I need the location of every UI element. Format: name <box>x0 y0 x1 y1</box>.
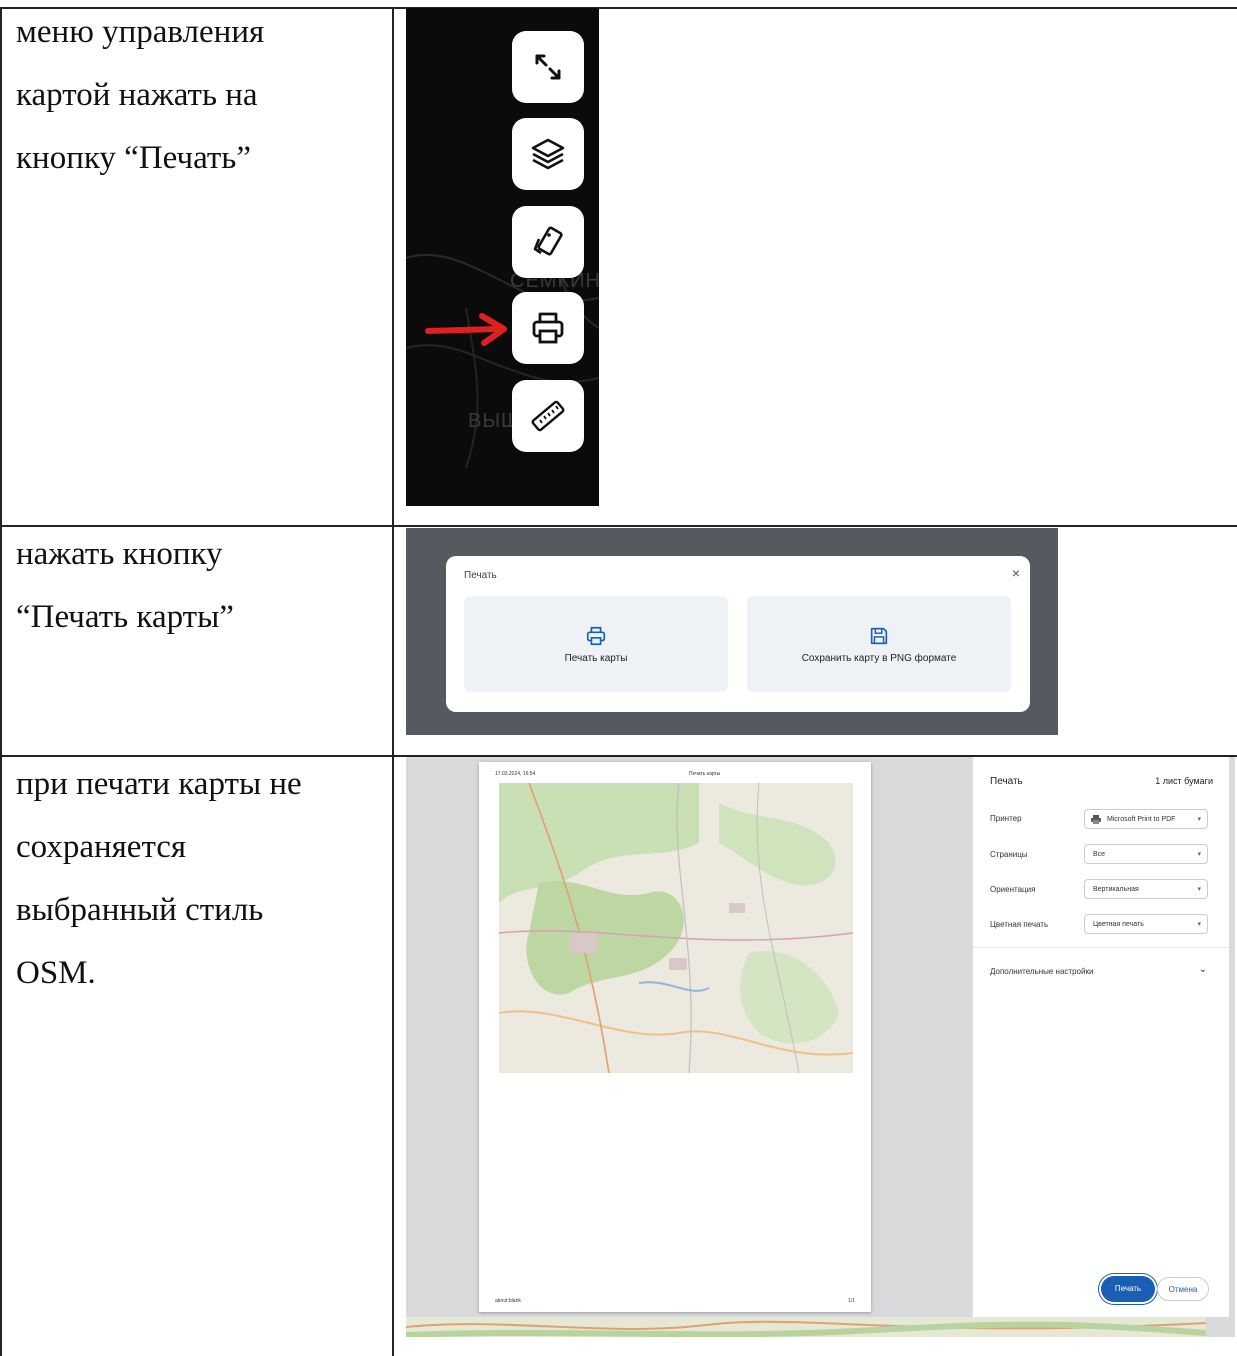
page-number: 1/1 <box>848 1298 855 1304</box>
save-png-label: Сохранить карту в PNG формате <box>801 652 957 664</box>
save-icon <box>870 627 888 644</box>
document-table: меню управления картой нажать на кнопку … <box>0 0 1237 1356</box>
printer-icon <box>1091 815 1101 824</box>
chevron-down-icon: ▾ <box>1197 921 1201 928</box>
pages-select[interactable]: Все ▾ <box>1084 844 1208 864</box>
row2-line1: нажать кнопку <box>16 536 223 572</box>
map-style-button[interactable] <box>512 206 584 278</box>
preview-page: 17.03.2024, 16:54 Печать карты about:bla… <box>479 762 871 1312</box>
print-submit-button[interactable]: Печать <box>1101 1276 1155 1302</box>
orientation-value: Вертикальная <box>1093 886 1139 893</box>
print-dialog: Печать × Печать карты Сохранить карту в … <box>446 556 1030 712</box>
sheet-count: 1 лист бумаги <box>1155 776 1213 786</box>
row3-line2: сохраняется <box>16 829 187 865</box>
chevron-down-icon: ⌄ <box>1198 964 1207 975</box>
print-map-label: Печать карты <box>564 652 628 664</box>
printer-label: Принтер <box>990 814 1022 823</box>
color-select[interactable]: Цветная печать ▾ <box>1084 914 1208 934</box>
color-value: Цветная печать <box>1093 921 1144 928</box>
row1-line2: картой нажать на <box>16 77 258 113</box>
row3-line4: OSM. <box>16 955 96 991</box>
panel-divider <box>973 947 1229 948</box>
page-date: 17.03.2024, 16:54 <box>495 771 536 777</box>
close-icon[interactable]: × <box>1012 565 1020 581</box>
layers-button[interactable] <box>512 118 584 190</box>
cancel-button[interactable]: Отмена <box>1157 1277 1209 1301</box>
print-settings-panel: Печать 1 лист бумаги Принтер Microsoft P… <box>972 757 1229 1317</box>
chevron-down-icon: ▾ <box>1197 886 1201 893</box>
pages-value: Все <box>1093 851 1106 858</box>
page-title: Печать карты <box>689 771 721 777</box>
print-button[interactable] <box>512 292 584 364</box>
save-png-option[interactable]: Сохранить карту в PNG формате <box>747 596 1011 692</box>
chevron-down-icon: ▾ <box>1197 851 1201 858</box>
page-url: about:blank <box>495 1298 521 1304</box>
printer-icon <box>586 626 606 645</box>
red-arrow-icon <box>425 313 507 346</box>
print-preview-screenshot: 17.03.2024, 16:54 Печать карты about:bla… <box>406 757 1235 1337</box>
column-divider <box>392 7 394 1356</box>
expand-icon <box>535 54 561 80</box>
row1-text: меню управления картой нажать на кнопку … <box>16 1 386 190</box>
row3-line1: при печати карты не <box>16 766 302 802</box>
color-label: Цветная печать <box>990 920 1049 929</box>
row1-line1: меню управления <box>16 14 265 50</box>
panel-title: Печать <box>990 776 1023 787</box>
orientation-select[interactable]: Вертикальная ▾ <box>1084 879 1208 899</box>
style-icon <box>533 226 563 256</box>
dialog-title: Печать <box>464 570 497 581</box>
print-dialog-screenshot: Печать × Печать карты Сохранить карту в … <box>406 528 1058 735</box>
map-controls-screenshot: СЕМКИНО ВЫШ <box>406 8 599 506</box>
ruler-icon <box>531 400 565 432</box>
table-border-left <box>0 7 2 1356</box>
layers-icon <box>531 138 565 170</box>
row2-line2: “Печать карты” <box>16 599 234 635</box>
printer-select[interactable]: Microsoft Print to PDF ▾ <box>1084 809 1208 829</box>
print-map-option[interactable]: Печать карты <box>464 596 728 692</box>
row1-line3: кнопку “Печать” <box>16 140 251 176</box>
background-map-strip <box>406 1317 1206 1337</box>
advanced-settings-toggle[interactable]: Дополнительные настройки <box>990 967 1093 976</box>
printed-map-image <box>499 783 853 1073</box>
fullscreen-button[interactable] <box>512 31 584 103</box>
row3-text: при печати карты не сохраняется выбранны… <box>16 753 386 1005</box>
printer-value: Microsoft Print to PDF <box>1107 816 1176 823</box>
orientation-label: Ориентация <box>990 885 1036 894</box>
row3-line3: выбранный стиль <box>16 892 264 928</box>
ruler-button[interactable] <box>512 380 584 452</box>
chevron-down-icon: ▾ <box>1197 816 1201 823</box>
row2-text: нажать кнопку “Печать карты” <box>16 523 386 649</box>
pages-label: Страницы <box>990 850 1028 859</box>
printer-icon <box>532 312 564 344</box>
